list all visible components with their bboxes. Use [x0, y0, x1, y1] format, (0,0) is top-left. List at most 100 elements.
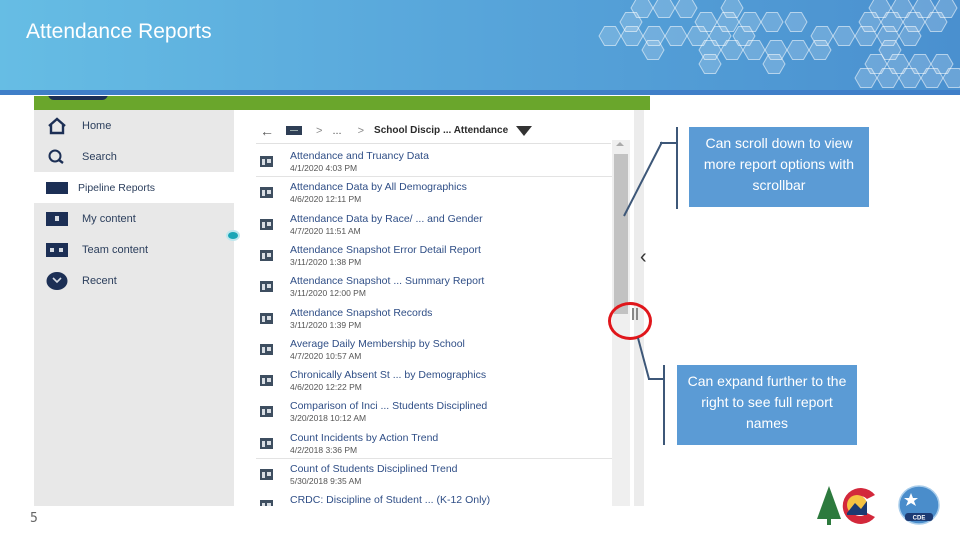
hexagon-shape — [808, 40, 832, 60]
recent-icon — [46, 270, 68, 292]
hexagon-shape — [598, 26, 622, 46]
header-banner: Attendance Reports — [0, 0, 960, 90]
hexagon-shape — [720, 40, 744, 60]
folder-icon — [46, 177, 68, 199]
my-content-icon — [46, 208, 68, 230]
sidebar-item-label: Home — [82, 119, 112, 132]
report-name[interactable]: Chronically Absent St ... by Demographic… — [290, 369, 486, 381]
banner-stripe — [0, 90, 960, 95]
app-header-bar — [34, 96, 650, 110]
report-icon — [260, 343, 273, 355]
report-row[interactable]: Chronically Absent St ... by Demographic… — [256, 365, 616, 396]
sidebar: Home Search Pipeline Reports My content … — [34, 110, 234, 506]
sidebar-item-label: Recent — [82, 274, 117, 287]
report-row[interactable]: Attendance Snapshot Error Detail Report 3… — [256, 240, 616, 271]
sidebar-item-label: Pipeline Reports — [78, 181, 156, 194]
hexagon-shape — [876, 68, 900, 88]
report-name[interactable]: Attendance Snapshot ... Summary Report — [290, 275, 484, 287]
breadcrumb-current: School Discip ... Attendance — [374, 125, 509, 136]
hexagon-pattern — [598, 0, 960, 88]
folder-icon[interactable] — [286, 126, 302, 135]
sidebar-item-label: My content — [82, 212, 136, 225]
hexagon-shape — [641, 40, 665, 60]
report-row[interactable]: Attendance Snapshot Records 3/11/2020 1:3… — [256, 303, 616, 334]
team-content-icon — [46, 239, 68, 261]
hexagon-shape — [620, 26, 644, 46]
slide-title: Attendance Reports — [26, 20, 212, 43]
callout-pointer-line — [623, 141, 663, 217]
report-icon — [260, 437, 273, 449]
sidebar-item-label: Team content — [82, 243, 149, 256]
report-name[interactable]: Count Incidents by Action Trend — [290, 432, 438, 444]
report-row[interactable]: Average Daily Membership by School 4/7/20… — [256, 334, 616, 365]
report-name[interactable]: Attendance Snapshot Error Detail Report — [290, 244, 481, 256]
report-name[interactable]: Attendance Snapshot Records — [290, 307, 432, 319]
report-row[interactable]: Attendance Snapshot ... Summary Report 3/… — [256, 271, 616, 302]
callout-scroll: Can scroll down to view more report opti… — [689, 127, 869, 207]
hexagon-shape — [698, 54, 722, 74]
callout-connector — [663, 365, 665, 445]
highlight-circle — [608, 302, 652, 340]
report-name[interactable]: Attendance Data by Race/ ... and Gender — [290, 213, 483, 225]
breadcrumb-ellipsis[interactable]: ... — [332, 125, 341, 137]
hexagon-shape — [742, 40, 766, 60]
logos: CDE — [817, 485, 940, 525]
report-date: 4/1/2020 4:03 PM — [290, 163, 358, 173]
hexagon-shape — [786, 40, 810, 60]
report-row[interactable]: Attendance and Truancy Data 4/1/2020 4:03… — [256, 146, 616, 177]
report-name[interactable]: Average Daily Membership by School — [290, 338, 465, 350]
hexagon-shape — [898, 68, 922, 88]
slide-number: 5 — [30, 511, 38, 526]
report-date: 3/11/2020 12:00 PM — [290, 288, 366, 299]
hexagon-shape — [784, 12, 808, 32]
report-row[interactable]: CRDC: Discipline of Student ... (K-12 On… — [256, 490, 616, 506]
report-icon — [260, 249, 273, 261]
breadcrumb: ← > ... > School Discip ... Attendance — [256, 118, 611, 144]
report-date: 4/6/2020 12:11 PM — [290, 194, 362, 205]
report-icon — [260, 218, 273, 230]
report-icon — [260, 500, 273, 506]
report-date: 3/20/2018 10:12 AM — [290, 413, 367, 424]
hexagon-shape — [924, 12, 948, 32]
hexagon-shape — [664, 26, 688, 46]
breadcrumb-separator: > — [357, 124, 365, 137]
cursor-indicator — [226, 230, 240, 241]
hexagon-shape — [762, 54, 786, 74]
report-icon — [260, 281, 273, 293]
report-name[interactable]: CRDC: Discipline of Student ... (K-12 On… — [290, 494, 490, 506]
sidebar-item-home[interactable]: Home — [34, 110, 234, 141]
sidebar-item-label: Search — [82, 150, 117, 163]
report-list-panel: ← > ... > School Discip ... Attendance A… — [256, 110, 646, 506]
report-name[interactable]: Attendance Data by All Demographics — [290, 181, 467, 193]
home-icon — [46, 115, 68, 137]
report-date: 3/11/2020 1:38 PM — [290, 256, 362, 267]
report-icon — [260, 312, 273, 324]
sidebar-item-pipeline-reports[interactable]: Pipeline Reports — [34, 172, 234, 203]
report-row[interactable]: Count of Students Disciplined Trend 5/30/… — [256, 459, 616, 490]
sidebar-item-my-content[interactable]: My content — [34, 203, 234, 234]
report-row[interactable]: Attendance Data by All Demographics 4/6/2… — [256, 177, 616, 208]
report-date: 4/2/2018 3:36 PM — [290, 444, 358, 455]
report-name[interactable]: Comparison of Inci ... Students Discipli… — [290, 400, 487, 412]
report-name[interactable]: Attendance and Truancy Data — [290, 150, 429, 162]
hexagon-shape — [920, 68, 944, 88]
report-icon — [260, 406, 273, 418]
report-name[interactable]: Count of Students Disciplined Trend — [290, 463, 458, 475]
hexagon-shape — [760, 12, 784, 32]
report-icon — [260, 156, 273, 167]
report-date: 4/7/2020 11:51 AM — [290, 225, 361, 236]
report-icon — [260, 469, 273, 480]
report-row[interactable]: Count Incidents by Action Trend 4/2/2018 … — [256, 428, 616, 459]
filter-icon[interactable] — [516, 125, 533, 136]
sidebar-item-team-content[interactable]: Team content — [34, 234, 234, 265]
sidebar-item-search[interactable]: Search — [34, 141, 234, 172]
report-date: 4/6/2020 12:22 PM — [290, 382, 362, 393]
report-date: 3/11/2020 1:39 PM — [290, 319, 362, 330]
report-row[interactable]: Comparison of Inci ... Students Discipli… — [256, 396, 616, 427]
sidebar-item-recent[interactable]: Recent — [34, 265, 234, 296]
report-icon — [260, 187, 273, 199]
report-row[interactable]: Attendance Data by Race/ ... and Gender 4… — [256, 209, 616, 240]
arrow-left-icon[interactable]: ← — [260, 123, 286, 139]
cde-logo: CDE — [898, 485, 940, 525]
colorado-logo — [817, 486, 875, 525]
